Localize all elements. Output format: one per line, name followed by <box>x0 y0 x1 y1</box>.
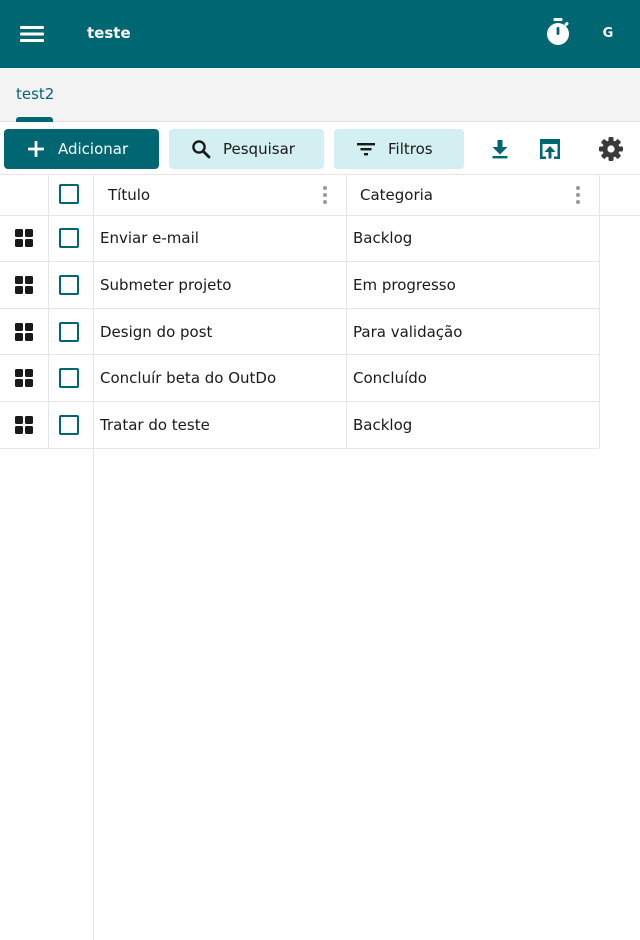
add-button-label: Adicionar <box>58 140 129 158</box>
settings-button[interactable] <box>593 131 629 167</box>
cell-categoria[interactable]: Backlog <box>353 415 412 435</box>
column-header-categoria[interactable]: Categoria <box>360 174 433 215</box>
cell-categoria[interactable]: Em progresso <box>353 275 456 295</box>
tab-label: test2 <box>16 85 55 103</box>
toolbar: Adicionar Pesquisar Filtros <box>0 122 640 174</box>
row-divider <box>0 308 599 309</box>
hamburger-menu-icon <box>20 26 44 42</box>
row-divider <box>0 261 599 262</box>
plus-icon <box>24 137 48 161</box>
gear-icon <box>599 137 623 161</box>
column-divider <box>48 174 49 448</box>
drag-handle-icon[interactable] <box>15 229 33 247</box>
tab-test2[interactable]: test2 <box>8 68 62 122</box>
app-bar: teste G <box>0 0 640 68</box>
column-header-titulo[interactable]: Título <box>108 174 150 215</box>
cell-titulo[interactable]: Enviar e-mail <box>100 228 199 248</box>
download-icon <box>492 140 508 159</box>
filter-icon <box>354 137 378 161</box>
menu-button[interactable] <box>12 14 52 54</box>
row-checkbox[interactable] <box>59 415 79 435</box>
drag-handle-icon[interactable] <box>15 276 33 294</box>
column-menu-titulo[interactable] <box>321 186 329 204</box>
row-checkbox[interactable] <box>59 275 79 295</box>
drag-handle-icon[interactable] <box>15 369 33 387</box>
avatar[interactable]: G <box>592 18 624 48</box>
data-grid: Título Categoria Enviar e-mail Backlog S… <box>0 174 640 940</box>
column-divider <box>346 174 347 448</box>
open-in-browser-icon <box>540 139 560 159</box>
app-title: teste <box>87 24 131 42</box>
grid-top-border <box>0 174 640 175</box>
cell-categoria[interactable]: Concluído <box>353 368 427 388</box>
stopwatch-icon <box>547 18 569 45</box>
download-button[interactable] <box>482 131 518 167</box>
select-all-checkbox[interactable] <box>59 184 79 204</box>
row-divider <box>0 401 599 402</box>
column-menu-categoria[interactable] <box>574 186 582 204</box>
add-button[interactable]: Adicionar <box>4 129 159 169</box>
cell-titulo[interactable]: Tratar do teste <box>100 415 210 435</box>
cell-categoria[interactable]: Backlog <box>353 228 412 248</box>
tab-bar: test2 <box>0 68 640 122</box>
row-divider <box>0 448 599 449</box>
drag-handle-icon[interactable] <box>15 416 33 434</box>
search-icon <box>189 137 213 161</box>
row-divider <box>0 354 599 355</box>
timer-button[interactable] <box>538 12 578 52</box>
drag-handle-icon[interactable] <box>15 323 33 341</box>
row-checkbox[interactable] <box>59 228 79 248</box>
cell-titulo[interactable]: Concluír beta do OutDo <box>100 368 276 388</box>
header-bottom-border <box>0 215 640 216</box>
filter-button[interactable]: Filtros <box>334 129 464 169</box>
row-checkbox[interactable] <box>59 322 79 342</box>
open-in-browser-button[interactable] <box>532 131 568 167</box>
column-divider <box>599 174 600 448</box>
cell-categoria[interactable]: Para validação <box>353 322 462 342</box>
search-button-label: Pesquisar <box>223 140 295 158</box>
filter-button-label: Filtros <box>388 140 433 158</box>
cell-titulo[interactable]: Submeter projeto <box>100 275 231 295</box>
cell-titulo[interactable]: Design do post <box>100 322 212 342</box>
search-button[interactable]: Pesquisar <box>169 129 324 169</box>
column-divider <box>93 174 94 940</box>
row-checkbox[interactable] <box>59 368 79 388</box>
